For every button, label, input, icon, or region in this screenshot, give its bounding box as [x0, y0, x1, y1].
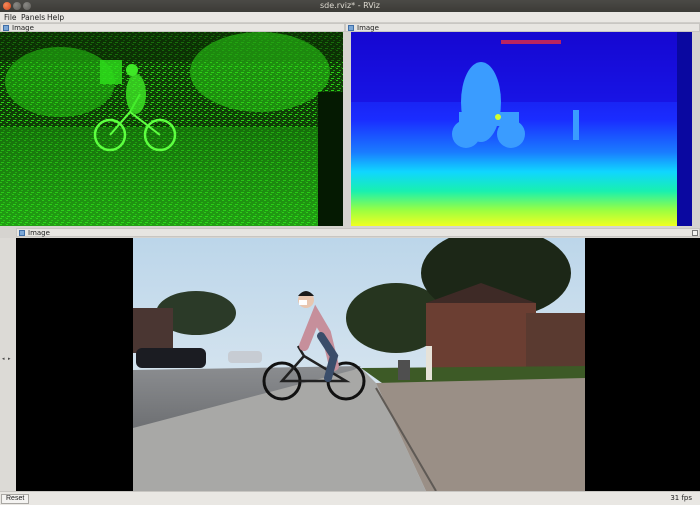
- panel-header-depth[interactable]: Image: [345, 23, 700, 32]
- menu-help[interactable]: Help: [47, 13, 64, 22]
- collapse-right-icon[interactable]: ▸: [8, 356, 11, 362]
- menu-bar: File Panels Help: [0, 12, 700, 23]
- reset-button[interactable]: Reset: [1, 494, 30, 504]
- window-title: sde.rviz* - RViz: [320, 1, 380, 10]
- edge-image-view: [0, 32, 343, 226]
- panel-title: Image: [28, 229, 50, 237]
- collapse-left-icon[interactable]: ◂: [2, 356, 5, 362]
- panel-header-edge[interactable]: Image: [0, 23, 345, 32]
- status-bar: Reset 31 fps: [0, 491, 700, 505]
- rgb-image-view: [16, 238, 700, 491]
- panel-title: Image: [357, 24, 379, 32]
- image-panel-icon: [3, 25, 9, 31]
- dock-side-handle[interactable]: ◂ ▸: [0, 238, 16, 491]
- window-titlebar: sde.rviz* - RViz: [0, 0, 700, 12]
- image-panel-icon: [19, 230, 25, 236]
- depth-image-view: [351, 32, 692, 226]
- menu-panels[interactable]: Panels: [21, 13, 45, 22]
- image-panel-icon: [348, 25, 354, 31]
- rgb-image: [133, 238, 585, 491]
- edge-image: [0, 32, 343, 226]
- panel-title: Image: [12, 24, 34, 32]
- close-icon[interactable]: [692, 230, 698, 236]
- fps-readout: 31 fps: [670, 494, 692, 502]
- panel-header-rgb[interactable]: Image: [16, 228, 700, 237]
- menu-file[interactable]: File: [4, 13, 17, 22]
- depth-image: [351, 32, 692, 226]
